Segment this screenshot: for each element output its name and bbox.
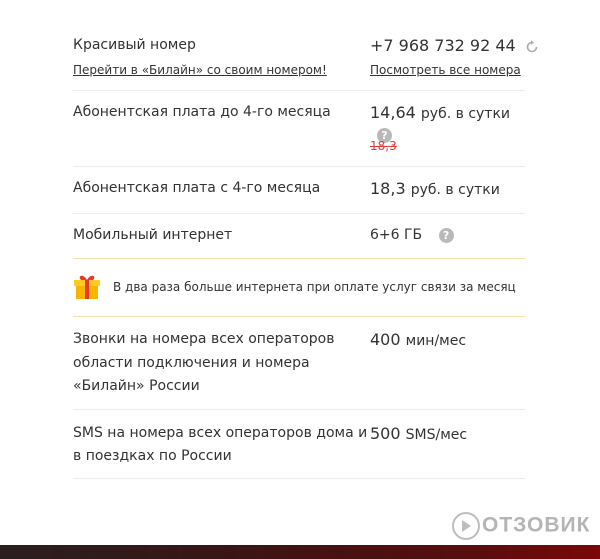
- fee-after-unit: руб. в сутки: [410, 182, 500, 198]
- fee-after-amount: 18,3: [370, 179, 406, 198]
- internet-label: Мобильный интернет: [73, 227, 233, 243]
- sms-amount: 500: [370, 424, 401, 443]
- calls-amount: 400: [370, 330, 401, 349]
- fee-before-unit: руб. в сутки: [420, 106, 511, 122]
- fee-before-label: Абонентская плата до 4-го месяца: [73, 104, 331, 120]
- fee-before-amount: 14,64: [370, 103, 416, 122]
- fee-after-row: Абонентская плата с 4-го месяца 18,3 руб…: [73, 167, 525, 214]
- fee-before-value: 14,64 руб. в сутки: [370, 101, 510, 126]
- calls-unit: мин/мес: [405, 333, 467, 349]
- internet-amount: 6+6 ГБ: [370, 227, 423, 243]
- number-label: Красивый номер: [73, 37, 196, 53]
- fee-before-row: Абонентская плата до 4-го месяца 14,64 р…: [73, 91, 525, 167]
- calls-label-line2: области подключения и номера: [73, 355, 310, 371]
- internet-value: 6+6 ГБ ?: [370, 224, 454, 247]
- watermark-logo-icon: [452, 512, 480, 540]
- refresh-icon[interactable]: [525, 40, 539, 54]
- calls-label-line1: Звонки на номера всех операторов: [73, 331, 335, 347]
- fee-after-value: 18,3 руб. в сутки: [370, 177, 500, 202]
- calls-row: Звонки на номера всех операторов области…: [73, 316, 525, 410]
- sms-unit: SMS/мес: [405, 427, 468, 443]
- promo-banner: В два раза больше интернета при оплате у…: [73, 258, 525, 317]
- calls-label-line3: «Билайн» России: [73, 378, 200, 394]
- watermark: ОТЗОВИК: [452, 512, 590, 540]
- calls-value: 400 мин/мес: [370, 328, 466, 353]
- sms-row: SMS на номера всех операторов дома и в п…: [73, 410, 525, 479]
- help-icon[interactable]: ?: [438, 227, 454, 243]
- phone-number-value: +7 968 732 92 44: [370, 34, 539, 57]
- sms-value: 500 SMS/мес: [370, 422, 467, 447]
- number-row: Красивый номер Перейти в «Билайн» со сво…: [73, 0, 538, 91]
- sms-label-line1: SMS на номера всех операторов дома и: [73, 425, 368, 441]
- all-numbers-link[interactable]: Посмотреть все номера: [370, 59, 521, 82]
- fee-before-old-price: 18,3: [370, 139, 397, 153]
- sms-label-line2: в поездках по России: [73, 448, 232, 464]
- promo-text: В два раза больше интернета при оплате у…: [113, 280, 516, 294]
- keep-number-link[interactable]: Перейти в «Билайн» со своим номером!: [73, 59, 327, 82]
- fee-after-label: Абонентская плата с 4-го месяца: [73, 180, 321, 196]
- phone-number: +7 968 732 92 44: [370, 36, 516, 55]
- gift-icon: [74, 275, 100, 299]
- internet-row: Мобильный интернет 6+6 ГБ ?: [73, 214, 525, 258]
- watermark-text: ОТЗОВИК: [482, 513, 591, 537]
- footer-bar: [0, 545, 600, 559]
